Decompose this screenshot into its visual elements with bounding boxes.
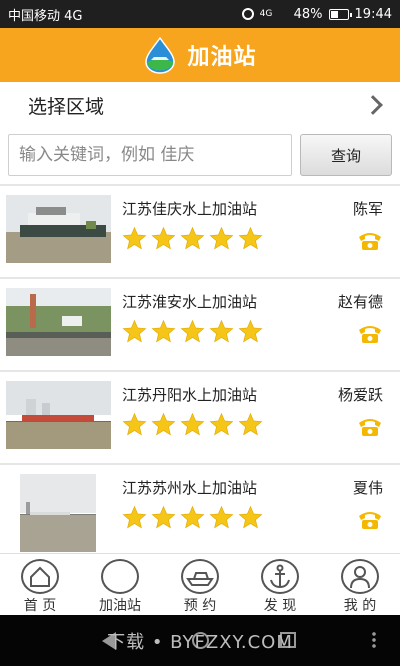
status-bar: 中国移动 4G 4G 48% 19:44 [0, 0, 400, 28]
search-bar: 查询 [0, 128, 400, 182]
user-icon [341, 559, 379, 594]
star-icon [151, 505, 176, 529]
region-selector[interactable]: 选择区域 [0, 82, 400, 128]
phone-icon[interactable] [357, 417, 383, 437]
station-photo [6, 195, 111, 263]
station-name: 江苏苏州水上加油站 [122, 479, 258, 497]
search-input[interactable] [8, 134, 292, 176]
station-name: 江苏佳庆水上加油站 [122, 200, 258, 218]
phone-icon[interactable] [357, 510, 383, 530]
battery-fill [330, 10, 338, 18]
star-icon [122, 412, 147, 436]
watermark: 下载 • BYFZXY.COM [107, 631, 293, 653]
star-icon [180, 412, 205, 436]
status-icons: 4G 48% 19:44 [241, 6, 392, 22]
search-button[interactable]: 查询 [300, 134, 392, 176]
bottom-nav: 首 页 加油站 预 约 发 现 我 的 [0, 553, 400, 615]
contact-name: 赵有德 [337, 293, 383, 311]
anchor-icon [261, 559, 299, 594]
region-label: 选择区域 [28, 95, 105, 118]
station-name: 江苏淮安水上加油站 [122, 293, 258, 311]
star-icon [238, 412, 263, 436]
rating-stars [122, 319, 263, 344]
star-icon [209, 319, 234, 343]
star-icon [151, 412, 176, 436]
nav-label: 发 现 [263, 598, 297, 614]
star-icon [209, 226, 234, 250]
nav-label: 我 的 [343, 598, 377, 614]
menu-dots-icon[interactable] [372, 631, 376, 649]
battery-percent: 48% [293, 6, 323, 22]
network-type: 4G [259, 8, 273, 19]
station-item[interactable]: 江苏苏州水上加油站 夏伟 [0, 465, 400, 553]
nav-reserve[interactable]: 预 约 [160, 554, 240, 615]
station-item[interactable]: 江苏佳庆水上加油站 陈军 [0, 186, 400, 279]
contact-name: 陈军 [352, 200, 383, 218]
star-icon [209, 505, 234, 529]
station-item[interactable]: 江苏淮安水上加油站 赵有德 [0, 279, 400, 372]
contact-name: 杨爱跃 [337, 386, 383, 404]
nav-label: 预 约 [183, 598, 217, 614]
nav-label: 首 页 [23, 598, 57, 614]
station-list: 江苏佳庆水上加油站 陈军 江苏淮安水上加油站 赵有德 江苏丹阳水上加油站 杨爱跃… [0, 186, 400, 553]
station-photo [6, 381, 111, 449]
system-nav-bar: 下载 • BYFZXY.COM [0, 615, 400, 666]
battery-icon [328, 8, 352, 20]
page-title: 加油站 [187, 45, 257, 70]
star-icon [180, 226, 205, 250]
contact-name: 夏伟 [352, 479, 383, 497]
star-icon [180, 319, 205, 343]
station-photo [6, 288, 111, 356]
nav-discover[interactable]: 发 现 [240, 554, 320, 615]
star-icon [151, 319, 176, 343]
carrier-label: 中国移动 4G [8, 8, 83, 24]
phone-icon[interactable] [357, 324, 383, 344]
water-drop-icon [145, 36, 176, 74]
clock: 19:44 [354, 6, 392, 22]
star-icon [122, 319, 147, 343]
signal-icon: 4G [259, 8, 288, 19]
drop-icon [101, 559, 139, 594]
star-icon [151, 226, 176, 250]
star-icon [180, 505, 205, 529]
phone-icon[interactable] [357, 231, 383, 251]
station-name: 江苏丹阳水上加油站 [122, 386, 258, 404]
station-item[interactable]: 江苏丹阳水上加油站 杨爱跃 [0, 372, 400, 465]
alarm-icon [241, 8, 254, 20]
star-icon [209, 412, 234, 436]
home-icon [21, 559, 59, 594]
ship-icon [181, 559, 219, 594]
rating-stars [122, 505, 263, 530]
chevron-right-icon [363, 95, 383, 115]
star-icon [238, 226, 263, 250]
station-photo [20, 474, 96, 552]
star-icon [122, 226, 147, 250]
rating-stars [122, 412, 263, 437]
rating-stars [122, 226, 263, 251]
star-icon [238, 319, 263, 343]
star-icon [238, 505, 263, 529]
nav-profile[interactable]: 我 的 [320, 554, 400, 615]
app-header: 加油站 [0, 28, 400, 82]
star-icon [122, 505, 147, 529]
nav-label: 加油站 [99, 598, 141, 614]
nav-gas-station[interactable]: 加油站 [80, 554, 160, 615]
nav-home[interactable]: 首 页 [0, 554, 80, 615]
